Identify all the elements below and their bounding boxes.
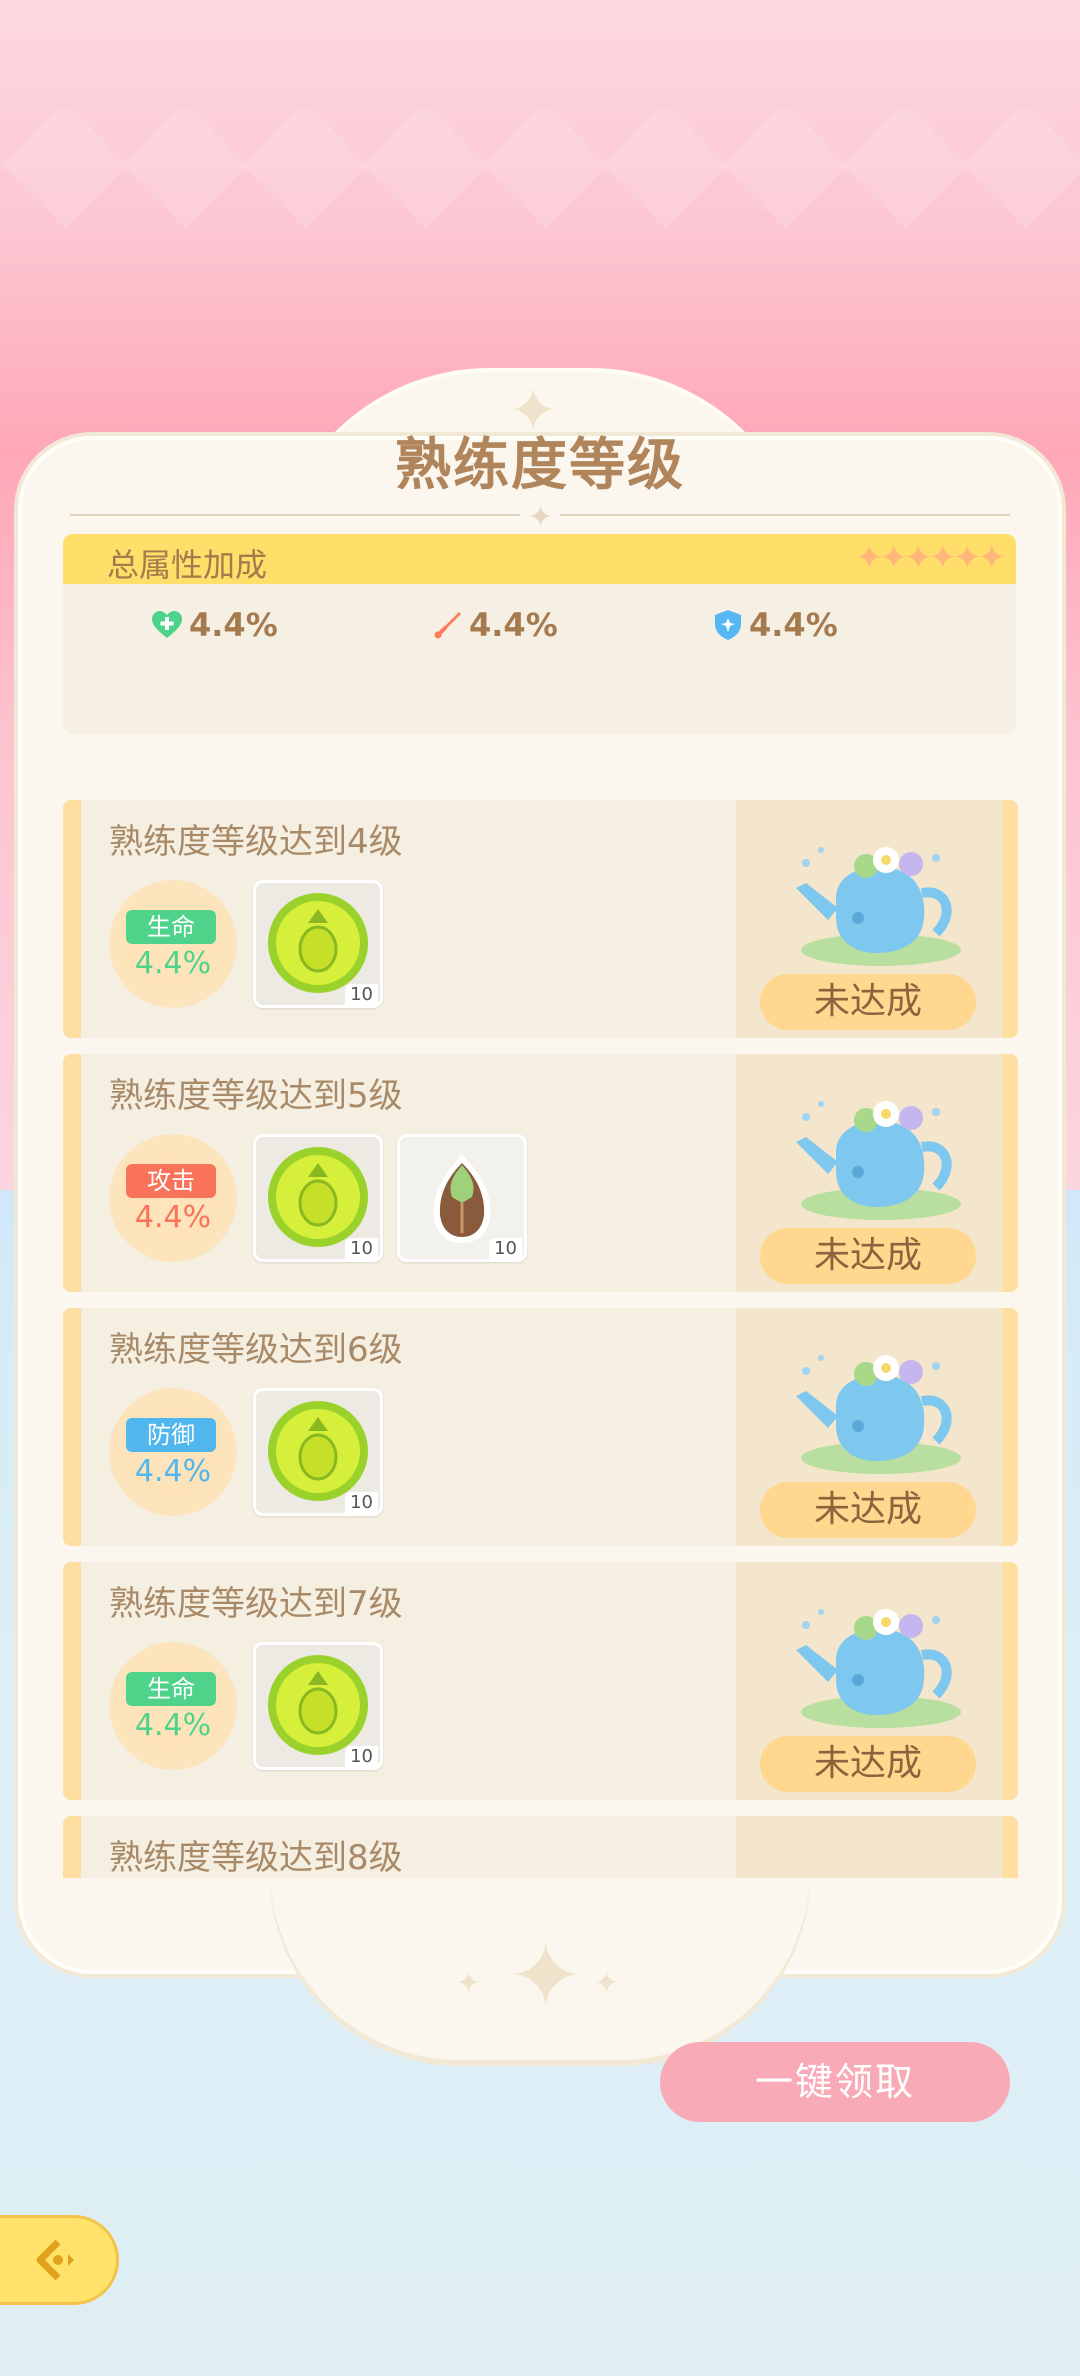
milestone-item: 未达成 熟练度等级达到7级 生命 4.4% 10 bbox=[63, 1562, 1018, 1800]
title-divider-right bbox=[560, 514, 1010, 516]
milestone-title: 熟练度等级达到6级 bbox=[109, 1330, 403, 1370]
reward-quantity: 10 bbox=[345, 1492, 378, 1513]
total-def-value: 4.4% bbox=[749, 606, 838, 644]
sword-icon bbox=[433, 610, 463, 640]
total-bonus-label: 总属性加成 bbox=[107, 546, 268, 584]
milestone-item: 未达成 熟练度等级达到5级 攻击 4.4% 10 10 bbox=[63, 1054, 1018, 1292]
reward-item[interactable]: 10 bbox=[253, 1642, 383, 1770]
item-left-bar bbox=[63, 1308, 81, 1546]
bonus-badge: 生命 4.4% bbox=[109, 1642, 237, 1770]
item-status-pane bbox=[736, 1816, 1018, 1878]
watering-can-icon bbox=[796, 847, 961, 966]
rating-stars-icon: ✦✦✦✦✦✦ bbox=[855, 538, 1006, 578]
item-right-bar bbox=[1002, 1816, 1018, 1878]
status-badge: 未达成 bbox=[760, 1228, 976, 1284]
bonus-type-tag: 生命 bbox=[126, 910, 216, 944]
milestone-title: 熟练度等级达到4级 bbox=[109, 822, 403, 862]
watering-can-icon bbox=[796, 1609, 961, 1728]
total-atk-stat: 4.4% bbox=[433, 606, 558, 644]
total-atk-value: 4.4% bbox=[469, 606, 558, 644]
bonus-type-tag: 防御 bbox=[126, 1418, 216, 1452]
page-title: 熟练度等级 bbox=[395, 433, 685, 498]
item-left-bar bbox=[63, 1816, 81, 1878]
back-button[interactable] bbox=[0, 2218, 116, 2302]
bonus-type-tag: 攻击 bbox=[126, 1164, 216, 1198]
item-left-bar bbox=[63, 1562, 81, 1800]
bonus-value: 4.4% bbox=[134, 1200, 212, 1235]
item-left-bar bbox=[63, 800, 81, 1038]
small-star-icon: ✦ bbox=[456, 1966, 482, 2001]
bottom-star-icon: ✦ bbox=[508, 1924, 584, 2029]
item-left-bar bbox=[63, 1054, 81, 1292]
milestone-title: 熟练度等级达到8级 bbox=[109, 1838, 403, 1878]
item-status-pane: 未达成 bbox=[736, 1562, 1018, 1800]
item-status-pane: 未达成 bbox=[736, 1054, 1018, 1292]
milestone-title: 熟练度等级达到7级 bbox=[109, 1584, 403, 1624]
bonus-value: 4.4% bbox=[134, 1708, 212, 1743]
total-hp-stat: 4.4% bbox=[151, 606, 278, 644]
status-badge: 未达成 bbox=[760, 1736, 976, 1792]
reward-item[interactable]: 10 bbox=[253, 1388, 383, 1516]
bonus-badge: 生命 4.4% bbox=[109, 880, 237, 1008]
milestone-item: 熟练度等级达到8级 bbox=[63, 1816, 1018, 1878]
diamond-pattern bbox=[0, 110, 1080, 250]
total-hp-value: 4.4% bbox=[189, 606, 278, 644]
reward-quantity: 10 bbox=[345, 1238, 378, 1259]
reward-item[interactable]: 10 bbox=[397, 1134, 527, 1262]
reward-quantity: 10 bbox=[489, 1238, 522, 1259]
item-status-pane: 未达成 bbox=[736, 800, 1018, 1038]
total-def-stat: 4.4% bbox=[713, 606, 838, 644]
reward-quantity: 10 bbox=[345, 984, 378, 1005]
bonus-badge: 攻击 4.4% bbox=[109, 1134, 237, 1262]
item-status-pane: 未达成 bbox=[736, 1308, 1018, 1546]
item-right-bar bbox=[1002, 800, 1018, 1038]
heart-plus-icon bbox=[151, 610, 183, 640]
status-badge: 未达成 bbox=[760, 974, 976, 1030]
watering-can-icon bbox=[796, 1355, 961, 1474]
bonus-value: 4.4% bbox=[134, 946, 212, 981]
divider-star-icon: ✦ bbox=[528, 500, 554, 535]
claim-all-button[interactable]: 一键领取 bbox=[660, 2042, 1010, 2122]
reward-item[interactable]: 10 bbox=[253, 880, 383, 1008]
milestone-title: 熟练度等级达到5级 bbox=[109, 1076, 403, 1116]
item-right-bar bbox=[1002, 1562, 1018, 1800]
total-bonus-box: 总属性加成 ✦✦✦✦✦✦ 4.4% 4.4% 4.4% bbox=[63, 534, 1016, 734]
back-arrow-icon bbox=[36, 2239, 74, 2281]
watering-can-icon bbox=[796, 1101, 961, 1220]
total-bonus-header: 总属性加成 ✦✦✦✦✦✦ bbox=[63, 534, 1016, 584]
reward-quantity: 10 bbox=[345, 1746, 378, 1767]
bonus-type-tag: 生命 bbox=[126, 1672, 216, 1706]
status-badge: 未达成 bbox=[760, 1482, 976, 1538]
title-divider-left bbox=[70, 514, 520, 516]
small-star-icon: ✦ bbox=[594, 1966, 620, 2001]
bonus-value: 4.4% bbox=[134, 1454, 212, 1489]
item-right-bar bbox=[1002, 1308, 1018, 1546]
shield-icon bbox=[713, 609, 743, 641]
item-right-bar bbox=[1002, 1054, 1018, 1292]
milestone-item: 未达成 熟练度等级达到4级 生命 4.4% 10 bbox=[63, 800, 1018, 1038]
reward-item[interactable]: 10 bbox=[253, 1134, 383, 1262]
milestone-list[interactable]: 未达成 熟练度等级达到4级 生命 4.4% 10 未达成 熟练度等级达到5级 攻… bbox=[63, 800, 1018, 1878]
milestone-item: 未达成 熟练度等级达到6级 防御 4.4% 10 bbox=[63, 1308, 1018, 1546]
bonus-badge: 防御 4.4% bbox=[109, 1388, 237, 1516]
